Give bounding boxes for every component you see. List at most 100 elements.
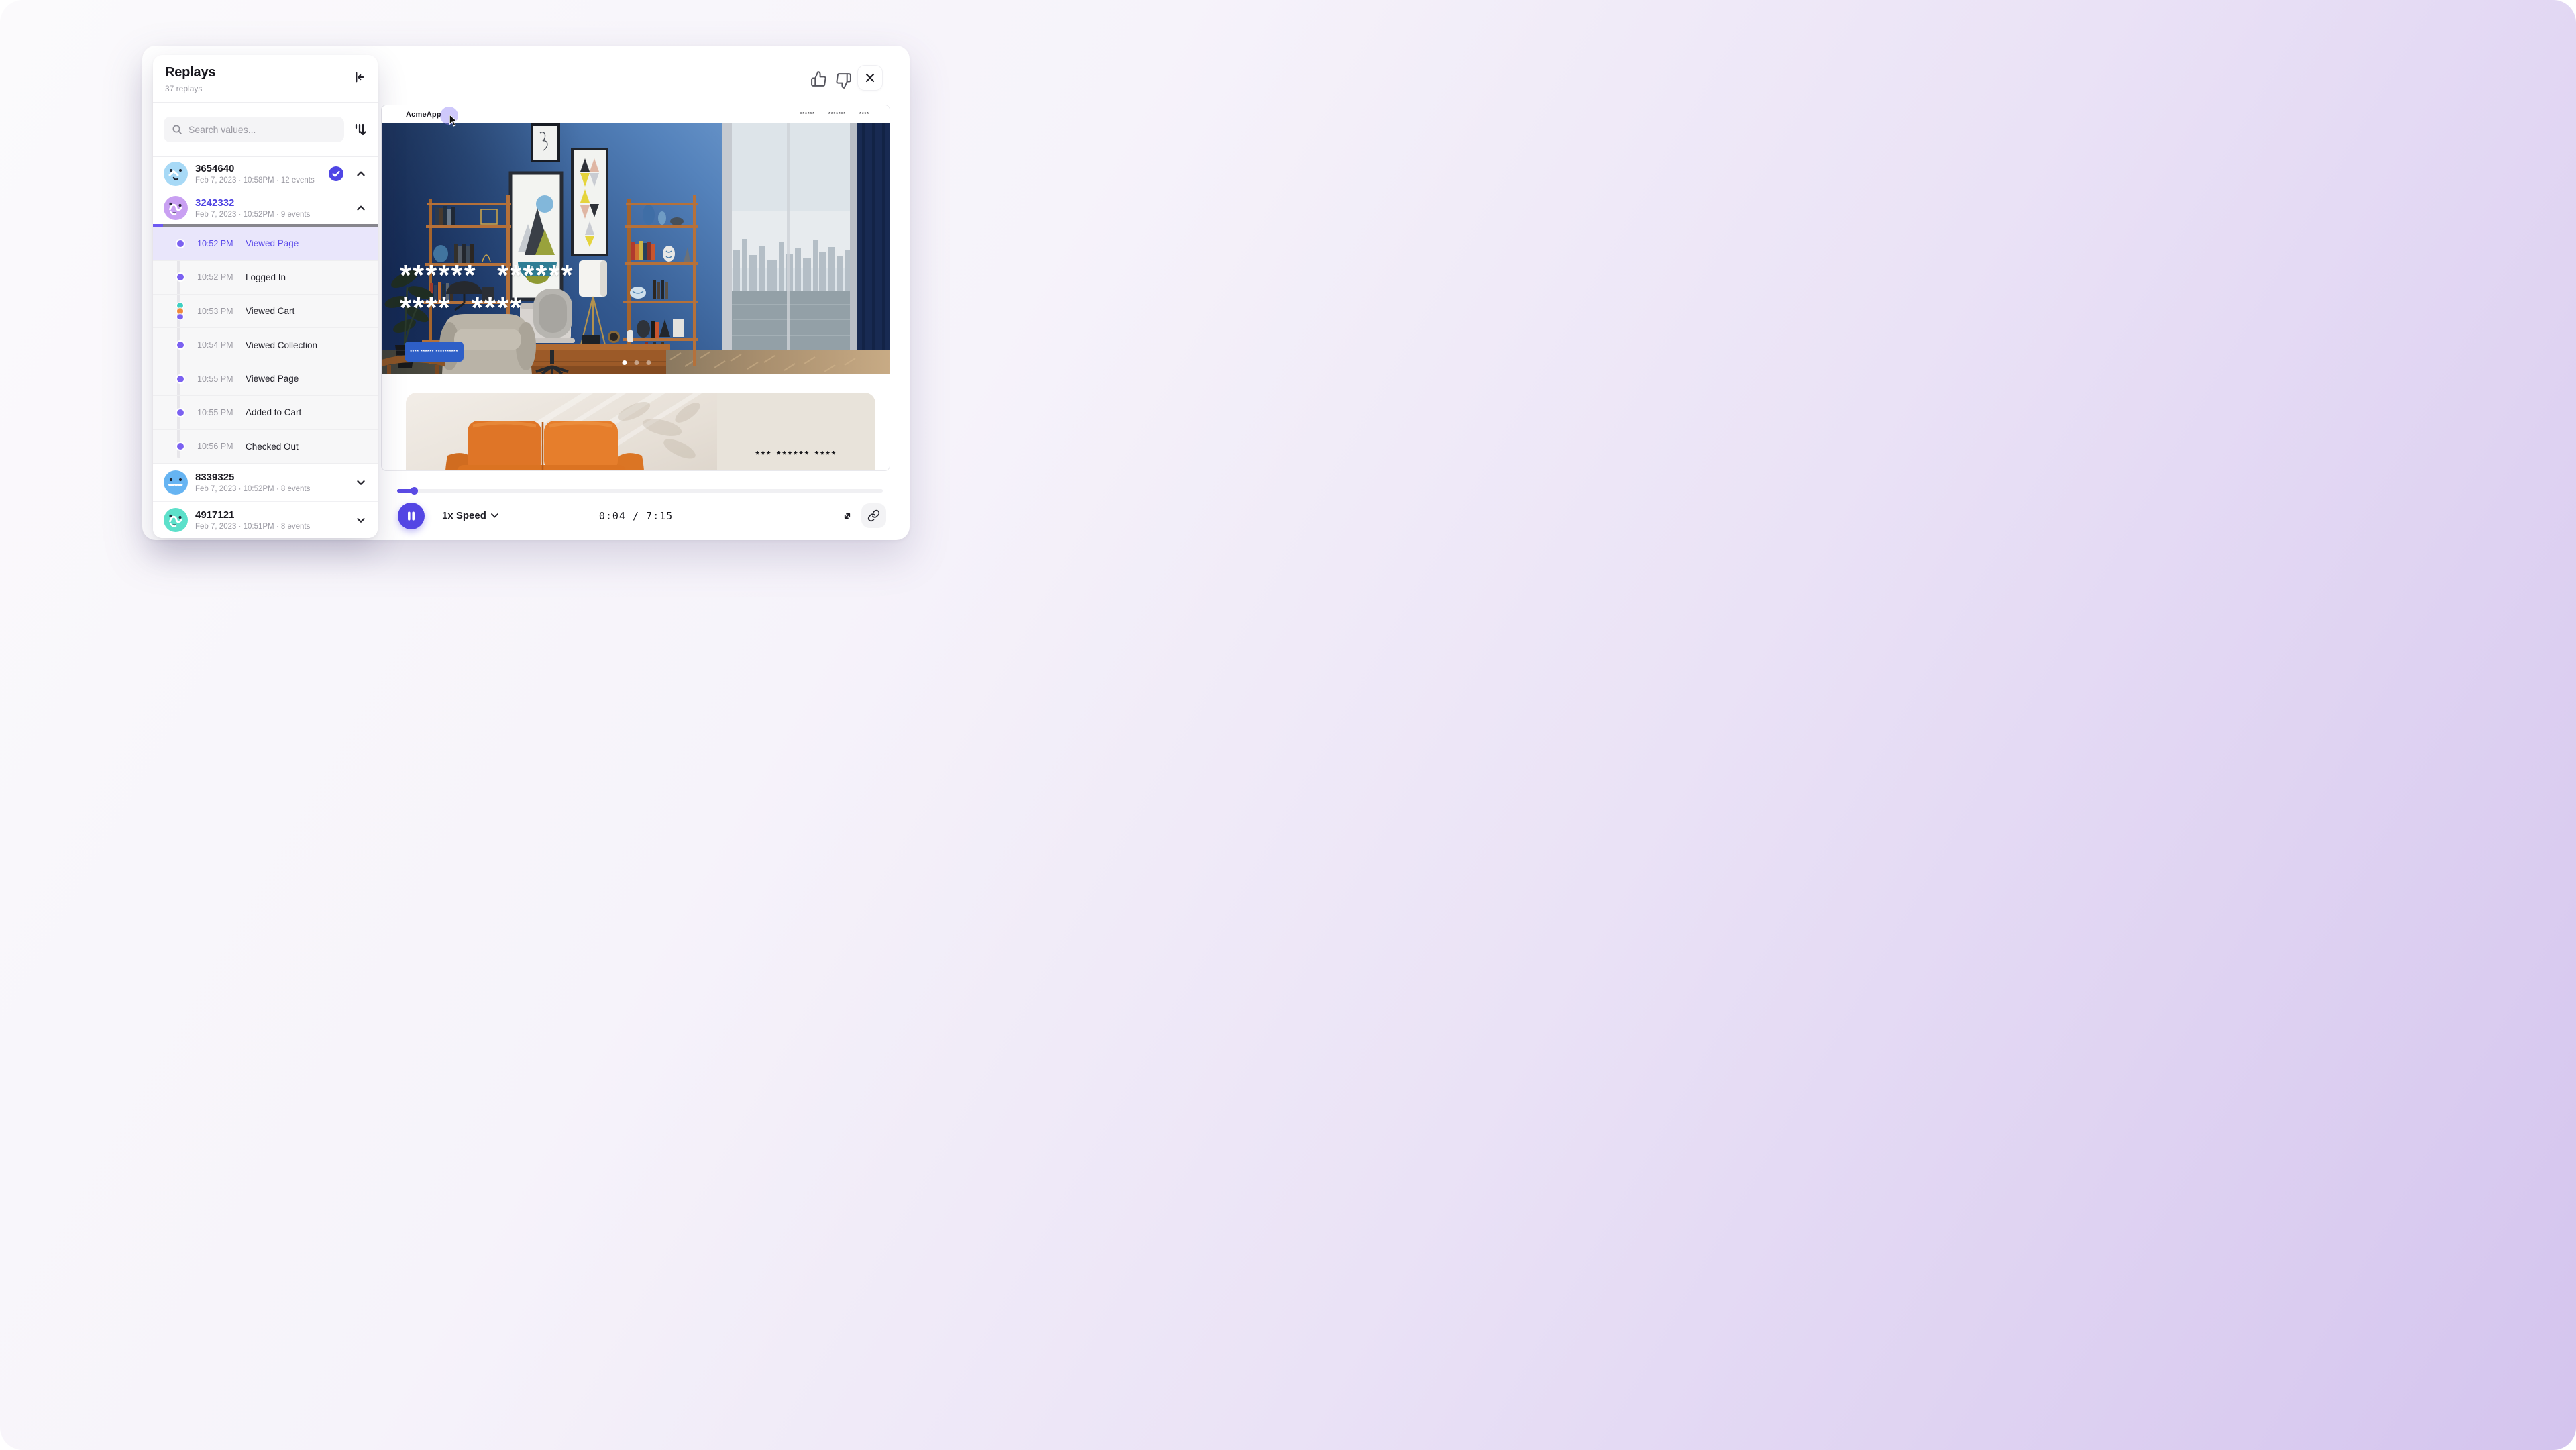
page-title: Replays	[165, 65, 367, 81]
event-row-checked-out[interactable]: 10:56 PM Checked Out	[153, 430, 378, 464]
chevron-up-icon[interactable]	[354, 166, 368, 181]
session-meta: Feb 7, 2023 · 10:51PM · 8 events	[195, 523, 346, 531]
session-meta: Feb 7, 2023 · 10:58PM · 12 events	[195, 176, 321, 185]
event-row-added-to-cart[interactable]: 10:55 PM Added to Cart	[153, 396, 378, 429]
event-name: Viewed Page	[246, 374, 299, 384]
collapse-sidebar-button[interactable]	[351, 68, 368, 86]
watched-check-badge	[329, 166, 343, 181]
hero-office-photo	[382, 123, 890, 374]
chevron-down-icon	[491, 513, 498, 518]
speed-label: 1x Speed	[442, 510, 486, 521]
event-name: Added to Cart	[246, 407, 301, 417]
page-background: AcmeApp ****** ******* ****	[0, 0, 2576, 1450]
site-nav: ****** ******* ****	[800, 112, 869, 117]
link-icon	[867, 509, 880, 522]
avatar	[164, 508, 188, 532]
site-nav-item: *******	[828, 112, 846, 117]
copy-link-button[interactable]	[861, 503, 886, 528]
close-player-button[interactable]	[857, 65, 883, 91]
session-row-3242332[interactable]: 3242332 Feb 7, 2023 · 10:52PM · 9 events	[153, 191, 378, 224]
event-time: 10:56 PM	[197, 442, 246, 451]
site-hero-section: ****** ****** **** **** **** ****** ****…	[382, 123, 890, 374]
search-row: Search values...	[153, 103, 378, 156]
event-dot	[176, 340, 185, 350]
event-name: Viewed Cart	[246, 306, 294, 316]
playback-time: 0:04 / 7:15	[599, 510, 673, 522]
session-row-8339325[interactable]: 8339325 Feb 7, 2023 · 10:52PM · 8 events	[153, 464, 378, 501]
carousel-dots[interactable]	[622, 360, 651, 365]
avatar	[164, 162, 188, 186]
product-card-masked-text: *** ****** ****	[755, 449, 837, 460]
event-dot	[176, 239, 185, 248]
chevron-down-icon[interactable]	[354, 513, 368, 527]
carousel-dot-active[interactable]	[622, 360, 627, 365]
event-row-viewed-page[interactable]: 10:52 PM Viewed Page	[153, 227, 378, 260]
session-meta: Feb 7, 2023 · 10:52PM · 8 events	[195, 485, 346, 493]
avatar	[164, 470, 188, 495]
event-name: Logged In	[246, 272, 286, 282]
sort-filter-button[interactable]	[351, 120, 370, 139]
replay-viewport: AcmeApp ****** ******* ****	[381, 105, 890, 471]
event-row-viewed-cart[interactable]: 10:53 PM Viewed Cart	[153, 295, 378, 328]
session-id: 4917121	[195, 509, 346, 521]
sidebar-header: Replays 37 replays	[153, 55, 378, 102]
expand-icon	[840, 509, 855, 523]
session-texts: 3654640 Feb 7, 2023 · 10:58PM · 12 event…	[195, 163, 321, 185]
session-row-4917121[interactable]: 4917121 Feb 7, 2023 · 10:51PM · 8 events	[153, 501, 378, 539]
site-product-card: *** ****** ****	[406, 393, 875, 471]
event-dot	[176, 374, 185, 384]
search-placeholder: Search values...	[189, 124, 256, 135]
event-time: 10:54 PM	[197, 340, 246, 350]
thumbs-up-button[interactable]	[810, 70, 827, 87]
site-nav-item: ****	[859, 112, 869, 117]
avatar	[164, 196, 188, 220]
thumbs-down-icon	[835, 72, 852, 89]
event-row-logged-in[interactable]: 10:52 PM Logged In	[153, 261, 378, 295]
session-id: 3654640	[195, 163, 321, 174]
event-dot	[176, 272, 185, 282]
event-row-viewed-page-2[interactable]: 10:55 PM Viewed Page	[153, 362, 378, 396]
hero-cta-button[interactable]: **** ****** **********	[405, 342, 464, 362]
replay-count: 37 replays	[165, 84, 367, 93]
session-texts: 3242332 Feb 7, 2023 · 10:52PM · 9 events	[195, 197, 346, 219]
product-card-panel: *** ****** ****	[717, 393, 875, 471]
event-dot	[176, 442, 185, 451]
pause-icon	[406, 511, 417, 521]
sofa-photo	[406, 393, 717, 471]
collapse-left-icon	[352, 70, 367, 85]
event-time: 10:55 PM	[197, 408, 246, 417]
thumbs-up-icon	[810, 70, 827, 87]
more-sessions: 8339325 Feb 7, 2023 · 10:52PM · 8 events…	[153, 464, 378, 538]
event-multi-dot	[176, 302, 184, 321]
carousel-dot[interactable]	[646, 360, 651, 365]
session-id-selected: 3242332	[195, 197, 346, 209]
event-time: 10:52 PM	[197, 272, 246, 282]
event-name: Viewed Page	[246, 238, 299, 248]
mouse-cursor-icon	[448, 115, 458, 127]
session-row-3654640[interactable]: 3654640 Feb 7, 2023 · 10:58PM · 12 event…	[153, 157, 378, 191]
sort-descending-icon	[352, 121, 368, 138]
session-meta: Feb 7, 2023 · 10:52PM · 9 events	[195, 211, 346, 219]
site-nav-item: ******	[800, 112, 815, 117]
playback-timeline[interactable]	[397, 488, 883, 495]
search-input[interactable]: Search values...	[164, 117, 344, 142]
playback-speed-dropdown[interactable]: 1x Speed	[438, 509, 502, 522]
event-time: 10:55 PM	[197, 374, 246, 384]
thumbs-down-button[interactable]	[835, 72, 852, 89]
hero-masked-heading-line1: ****** ******	[400, 266, 574, 286]
chevron-up-icon[interactable]	[354, 201, 368, 215]
pause-button[interactable]	[398, 503, 425, 529]
event-row-viewed-collection[interactable]: 10:54 PM Viewed Collection	[153, 328, 378, 362]
carousel-dot[interactable]	[634, 360, 639, 365]
session-texts: 4917121 Feb 7, 2023 · 10:51PM · 8 events	[195, 509, 346, 531]
search-icon	[172, 124, 182, 135]
event-name: Viewed Collection	[246, 340, 317, 350]
close-icon	[863, 70, 877, 85]
event-dot	[176, 408, 185, 417]
timeline-track[interactable]	[397, 489, 883, 493]
expand-button[interactable]	[839, 507, 856, 525]
chevron-down-icon[interactable]	[354, 475, 368, 490]
event-list: 10:52 PM Viewed Page 10:52 PM Logged In …	[153, 227, 378, 464]
site-brand-logo: AcmeApp	[406, 111, 441, 119]
timeline-thumb[interactable]	[411, 487, 418, 495]
